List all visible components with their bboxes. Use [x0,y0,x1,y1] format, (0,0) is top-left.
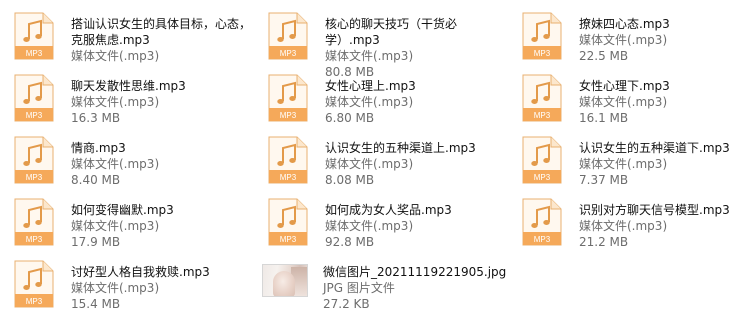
file-tile[interactable]: MP3 如何成为女人奖品.mp3 媒体文件(.mp3) 92.8 MB [264,198,509,258]
file-meta: 认识女生的五种渠道下.mp3 媒体文件(.mp3) 7.37 MB [579,140,730,188]
svg-text:MP3: MP3 [280,49,297,58]
file-name: 认识女生的五种渠道上.mp3 [325,141,476,155]
file-tile[interactable]: MP3 女性心理上.mp3 媒体文件(.mp3) 6.80 MB [264,74,509,134]
mp3-file-icon: MP3 [518,136,564,188]
image-thumbnail [262,264,308,297]
mp3-file-icon: MP3 [10,260,56,312]
file-meta: 识别对方聊天信号模型.mp3 媒体文件(.mp3) 21.2 MB [579,202,730,250]
file-tile[interactable]: MP3 搭讪认识女生的具体目标，心态， 克服焦虑.mp3 媒体文件(.mp3) [10,12,255,72]
file-type: 媒体文件(.mp3) [579,157,668,171]
file-type: 媒体文件(.mp3) [325,49,414,63]
file-size: 27.2 KB [323,297,370,311]
jpg-thumbnail-icon [262,260,308,312]
file-name: 识别对方聊天信号模型.mp3 [579,203,730,217]
file-size: 17.9 MB [71,235,121,249]
file-name: 聊天发散性思维.mp3 [71,79,186,93]
file-type: 媒体文件(.mp3) [325,157,414,171]
file-tile[interactable]: MP3 认识女生的五种渠道下.mp3 媒体文件(.mp3) 7.37 MB [518,136,733,196]
file-meta: 如何成为女人奖品.mp3 媒体文件(.mp3) 92.8 MB [325,202,452,250]
mp3-file-icon: MP3 [264,198,310,250]
file-meta: 认识女生的五种渠道上.mp3 媒体文件(.mp3) 8.08 MB [325,140,476,188]
svg-text:MP3: MP3 [534,49,551,58]
svg-text:MP3: MP3 [26,173,43,182]
file-grid: MP3 搭讪认识女生的具体目标，心态， 克服焦虑.mp3 媒体文件(.mp3) … [0,0,733,325]
file-tile[interactable]: MP3 情商.mp3 媒体文件(.mp3) 8.40 MB [10,136,255,196]
file-tile[interactable]: MP3 讨好型人格自我救赎.mp3 媒体文件(.mp3) 15.4 MB [10,260,255,320]
file-name: 微信图片_20211119221905.jpg [323,265,507,279]
file-type: 媒体文件(.mp3) [325,219,414,233]
file-meta: 撩妹四心态.mp3 媒体文件(.mp3) 22.5 MB [579,16,670,64]
mp3-file-icon: MP3 [10,136,56,188]
mp3-file-icon: MP3 [518,74,564,126]
file-type: 媒体文件(.mp3) [71,281,160,295]
file-meta: 情商.mp3 媒体文件(.mp3) 8.40 MB [71,140,159,188]
file-size: 7.37 MB [579,173,629,187]
file-size: 15.4 MB [71,297,121,311]
file-type: 媒体文件(.mp3) [71,157,160,171]
svg-text:MP3: MP3 [280,173,297,182]
svg-text:MP3: MP3 [26,297,43,306]
file-size: 8.40 MB [71,173,121,187]
file-name: 女性心理上.mp3 [325,79,416,93]
file-type: 媒体文件(.mp3) [325,95,414,109]
file-type: 媒体文件(.mp3) [71,49,160,63]
svg-text:MP3: MP3 [26,235,43,244]
mp3-file-icon: MP3 [264,136,310,188]
file-type: 媒体文件(.mp3) [579,33,668,47]
file-meta: 微信图片_20211119221905.jpg JPG 图片文件 27.2 KB [323,264,506,312]
file-tile[interactable]: 微信图片_20211119221905.jpg JPG 图片文件 27.2 KB [262,260,507,320]
file-name: 认识女生的五种渠道下.mp3 [579,141,730,155]
file-tile[interactable]: MP3 识别对方聊天信号模型.mp3 媒体文件(.mp3) 21.2 MB [518,198,733,258]
file-meta: 聊天发散性思维.mp3 媒体文件(.mp3) 16.3 MB [71,78,186,126]
file-name: 如何成为女人奖品.mp3 [325,203,452,217]
svg-text:MP3: MP3 [280,235,297,244]
file-tile[interactable]: MP3 核心的聊天技巧（干货必学）.mp3 媒体文件(.mp3) 80.8 MB [264,12,509,79]
mp3-file-icon: MP3 [518,12,564,64]
file-size: 22.5 MB [579,49,629,63]
file-name: 女性心理下.mp3 [579,79,670,93]
svg-text:MP3: MP3 [26,111,43,120]
file-type: 媒体文件(.mp3) [71,95,160,109]
file-meta: 核心的聊天技巧（干货必学）.mp3 媒体文件(.mp3) 80.8 MB [325,16,509,80]
file-name: 情商.mp3 [71,141,126,155]
mp3-file-icon: MP3 [10,12,56,64]
svg-text:MP3: MP3 [534,173,551,182]
file-meta: 女性心理上.mp3 媒体文件(.mp3) 6.80 MB [325,78,416,126]
file-tile[interactable]: MP3 认识女生的五种渠道上.mp3 媒体文件(.mp3) 8.08 MB [264,136,509,196]
file-size: 16.1 MB [579,111,629,125]
file-type: 媒体文件(.mp3) [579,95,668,109]
mp3-file-icon: MP3 [518,198,564,250]
mp3-file-icon: MP3 [10,198,56,250]
mp3-file-icon: MP3 [10,74,56,126]
file-meta: 如何变得幽默.mp3 媒体文件(.mp3) 17.9 MB [71,202,174,250]
svg-text:MP3: MP3 [534,111,551,120]
file-tile[interactable]: MP3 如何变得幽默.mp3 媒体文件(.mp3) 17.9 MB [10,198,255,258]
file-tile[interactable]: MP3 撩妹四心态.mp3 媒体文件(.mp3) 22.5 MB [518,12,733,72]
file-type: 媒体文件(.mp3) [71,219,160,233]
svg-text:MP3: MP3 [26,49,43,58]
mp3-file-icon: MP3 [264,74,310,126]
file-size: 8.08 MB [325,173,375,187]
file-meta: 讨好型人格自我救赎.mp3 媒体文件(.mp3) 15.4 MB [71,264,210,312]
file-name: 如何变得幽默.mp3 [71,203,174,217]
svg-text:MP3: MP3 [280,111,297,120]
file-type: JPG 图片文件 [323,281,395,295]
file-type: 媒体文件(.mp3) [579,219,668,233]
file-name: 撩妹四心态.mp3 [579,17,670,31]
file-meta: 女性心理下.mp3 媒体文件(.mp3) 16.1 MB [579,78,670,126]
file-size: 6.80 MB [325,111,375,125]
svg-text:MP3: MP3 [534,235,551,244]
file-name: 讨好型人格自我救赎.mp3 [71,265,210,279]
file-size: 21.2 MB [579,235,629,249]
file-name: 搭讪认识女生的具体目标，心态， 克服焦虑.mp3 [71,17,252,47]
file-meta: 搭讪认识女生的具体目标，心态， 克服焦虑.mp3 媒体文件(.mp3) [71,16,251,64]
file-size: 92.8 MB [325,235,375,249]
file-tile[interactable]: MP3 聊天发散性思维.mp3 媒体文件(.mp3) 16.3 MB [10,74,255,134]
file-size: 16.3 MB [71,111,121,125]
mp3-file-icon: MP3 [264,12,310,64]
file-name: 核心的聊天技巧（干货必学）.mp3 [325,17,458,47]
file-tile[interactable]: MP3 女性心理下.mp3 媒体文件(.mp3) 16.1 MB [518,74,733,134]
